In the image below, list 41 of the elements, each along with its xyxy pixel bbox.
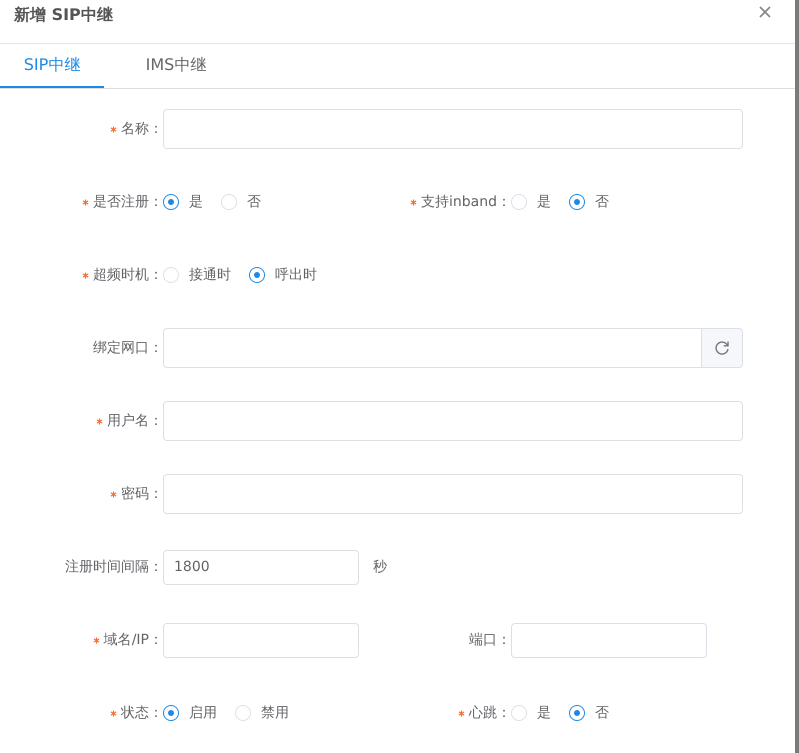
dialog-title: 新增 SIP中继 (14, 5, 113, 26)
input-field[interactable] (163, 109, 743, 149)
input-field[interactable] (163, 328, 701, 368)
field-label: 状态： (121, 704, 163, 722)
field-label: 超频时机： (93, 266, 163, 284)
refresh-button[interactable] (701, 328, 743, 368)
radio-button[interactable] (569, 194, 585, 210)
radio-option[interactable]: 接通时 (163, 266, 231, 284)
field-label: 密码： (121, 485, 163, 503)
radio-option[interactable]: 是 (511, 704, 551, 722)
radio-button[interactable] (163, 705, 179, 721)
field-label: 注册时间间隔： (65, 558, 163, 576)
field-label: 端口： (469, 631, 511, 649)
radio-option[interactable]: 禁用 (235, 704, 289, 722)
unit-label: 秒 (373, 558, 387, 576)
radio-button[interactable] (249, 267, 265, 283)
input-field[interactable] (163, 622, 359, 658)
radio-option[interactable]: 呼出时 (249, 266, 317, 284)
field-label: 用户名： (107, 412, 163, 430)
radio-option[interactable]: 否 (569, 193, 609, 211)
close-icon[interactable] (758, 4, 772, 18)
radio-button[interactable] (163, 194, 179, 210)
radio-option[interactable]: 否 (569, 704, 609, 722)
input-field[interactable] (163, 401, 743, 441)
radio-option[interactable]: 否 (221, 193, 261, 211)
radio-button[interactable] (569, 705, 585, 721)
radio-option[interactable]: 是 (511, 193, 551, 211)
tab[interactable]: IMS中继 (124, 44, 228, 88)
field-label: 是否注册： (93, 193, 163, 211)
field-label: 支持inband： (421, 193, 511, 211)
field-label: 绑定网口： (93, 339, 163, 357)
radio-option[interactable]: 启用 (163, 704, 217, 722)
input-field[interactable] (163, 474, 743, 514)
input-field[interactable] (511, 622, 707, 658)
field-label: 域名/IP： (104, 631, 163, 649)
input-field[interactable]: 1800 (163, 550, 359, 584)
refresh-icon (713, 339, 731, 357)
field-label: 心跳： (469, 704, 511, 722)
field-label: 名称： (121, 120, 163, 138)
radio-option[interactable]: 是 (163, 193, 203, 211)
tab[interactable]: SIP中继 (0, 44, 104, 88)
